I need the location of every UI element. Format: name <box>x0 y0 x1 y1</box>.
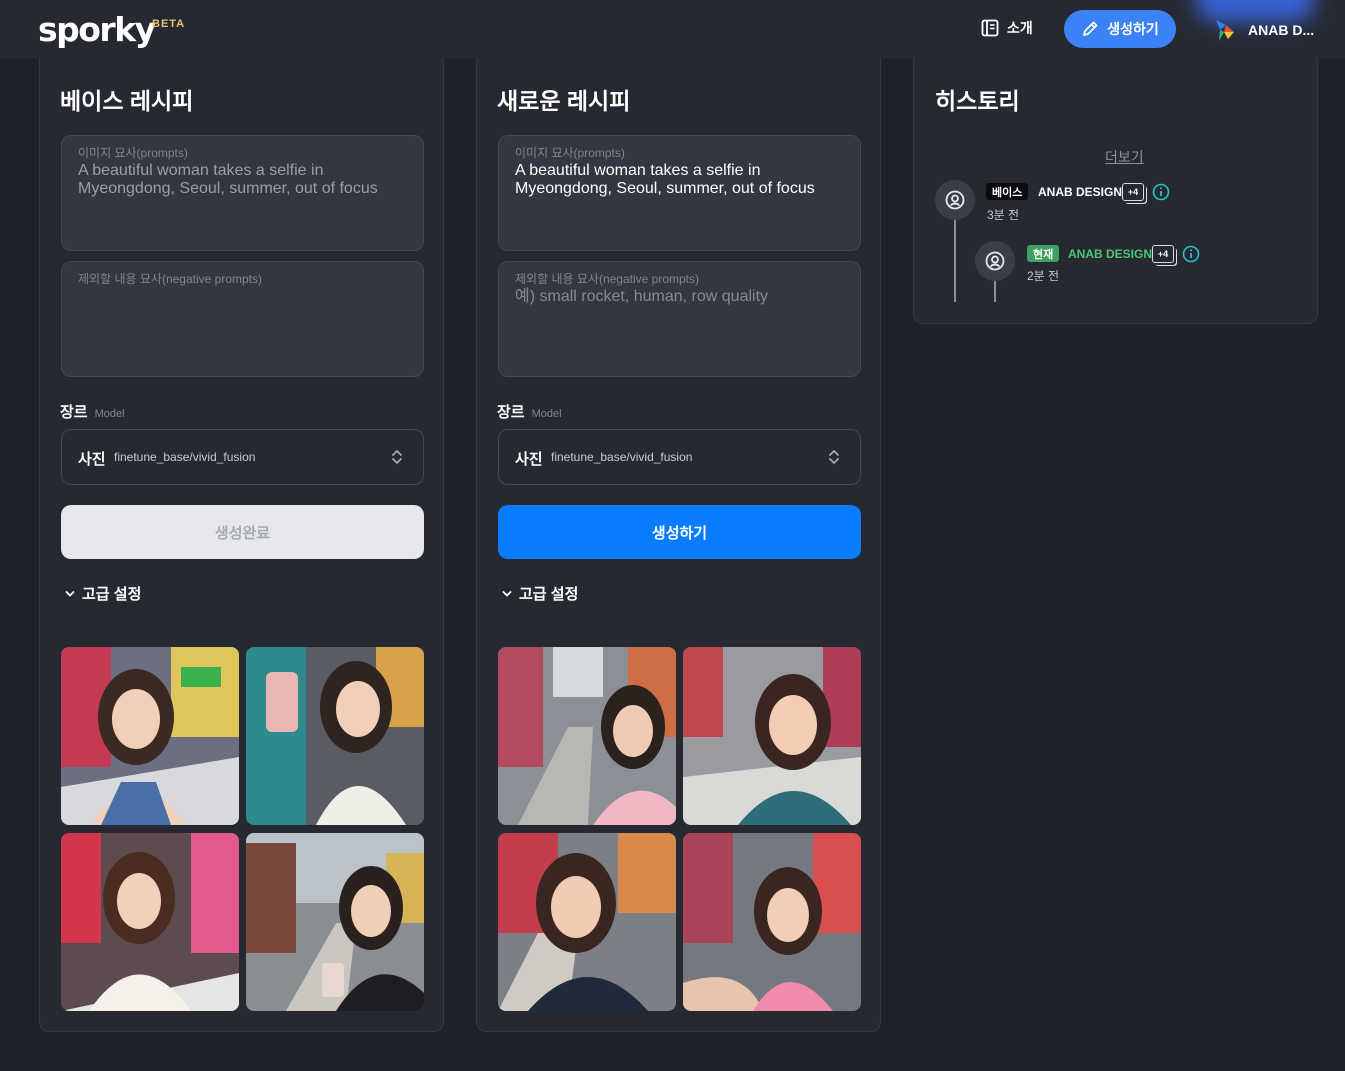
history-more-link[interactable]: 더보기 <box>1105 147 1144 167</box>
history-item-count: +4 <box>1152 245 1174 263</box>
history-item-name[interactable]: ANAB DESIGN <box>1038 185 1122 199</box>
result-image[interactable] <box>683 833 861 1011</box>
prompt-label: 이미지 묘사(prompts) <box>515 146 625 160</box>
logo[interactable]: sporky <box>38 10 156 49</box>
user-logo-icon <box>1216 20 1234 41</box>
info-icon[interactable] <box>1182 245 1200 263</box>
model-select-main: 사진 <box>515 451 543 468</box>
genre-sublabel: Model <box>531 408 562 420</box>
genre-heading: 장르 Model <box>60 401 125 422</box>
chevron-down-icon <box>65 590 75 597</box>
history-item-name[interactable]: ANAB DESIGN <box>1068 247 1152 261</box>
prompt-label: 이미지 묘사(prompts) <box>78 146 188 160</box>
advanced-settings-label: 고급 설정 <box>82 586 142 603</box>
beta-badge: BETA <box>152 18 186 30</box>
result-image[interactable] <box>61 647 239 825</box>
history-item-time: 2분 전 <box>1027 269 1060 283</box>
history-tree-line <box>954 218 956 302</box>
model-select-sub: finetune_base/vivid_fusion <box>551 450 693 464</box>
avatar <box>935 180 975 220</box>
new-recipe-panel: 새로운 레시피 이미지 묘사(prompts) A beautiful woma… <box>476 58 881 1032</box>
negative-prompt-label: 제외할 내용 묘사(negative prompts) <box>78 272 262 286</box>
history-item-time: 3분 전 <box>987 208 1020 222</box>
generate-done-button[interactable]: 생성완료 <box>61 505 424 559</box>
history-item-count: +4 <box>1122 183 1144 201</box>
result-image[interactable] <box>246 647 424 825</box>
nav-about-label: 소개 <box>1007 20 1033 36</box>
history-tag-current: 현재 <box>1027 245 1060 262</box>
prompt-value: A beautiful woman takes a selfie in Myeo… <box>515 162 815 197</box>
prompt-field[interactable]: 이미지 묘사(prompts) A beautiful woman takes … <box>498 135 861 251</box>
result-image[interactable] <box>498 647 676 825</box>
chevron-up-down-icon <box>392 449 402 465</box>
history-title: 히스토리 <box>935 88 1020 114</box>
user-menu[interactable]: ANAB D... <box>1210 16 1314 44</box>
prompt-field[interactable]: 이미지 묘사(prompts) A beautiful woman takes … <box>61 135 424 251</box>
panel-title: 베이스 레시피 <box>60 88 194 114</box>
top-nav-bar: sporky BETA 소개 생성하기 ANAB D... <box>0 0 1345 58</box>
prompt-value: A beautiful woman takes a selfie in Myeo… <box>78 162 378 197</box>
history-tag-base: 베이스 <box>986 183 1029 200</box>
model-select[interactable]: 사진 finetune_base/vivid_fusion <box>498 429 861 485</box>
pencil-icon <box>1083 21 1098 36</box>
negative-prompt-field[interactable]: 제외할 내용 묘사(negative prompts) 예) small roc… <box>498 261 861 377</box>
chevron-down-icon <box>502 590 512 597</box>
negative-prompt-label: 제외할 내용 묘사(negative prompts) <box>515 272 699 286</box>
nav-create-button[interactable]: 생성하기 <box>1064 10 1176 48</box>
avatar <box>975 241 1015 281</box>
document-icon <box>981 19 999 37</box>
base-recipe-panel: 베이스 레시피 이미지 묘사(prompts) A beautiful woma… <box>39 58 444 1032</box>
history-panel: 히스토리 더보기 베이스 ANAB DESIGN +4 3분 전 현재 ANAB… <box>913 58 1318 324</box>
user-circle-icon <box>945 190 965 210</box>
generate-button[interactable]: 생성하기 <box>498 505 861 559</box>
advanced-settings-toggle[interactable]: 고급 설정 <box>502 583 578 604</box>
genre-sublabel: Model <box>94 408 125 420</box>
chevron-up-down-icon <box>829 449 839 465</box>
user-circle-icon <box>985 251 1005 271</box>
negative-prompt-field[interactable]: 제외할 내용 묘사(negative prompts) <box>61 261 424 377</box>
result-image[interactable] <box>498 833 676 1011</box>
nav-about-link[interactable]: 소개 <box>981 18 1033 38</box>
genre-label: 장르 <box>60 404 88 421</box>
history-tree-line <box>994 280 996 302</box>
advanced-settings-label: 고급 설정 <box>519 586 579 603</box>
info-icon[interactable] <box>1152 183 1170 201</box>
model-select[interactable]: 사진 finetune_base/vivid_fusion <box>61 429 424 485</box>
user-name: ANAB D... <box>1248 22 1315 38</box>
model-select-sub: finetune_base/vivid_fusion <box>114 450 256 464</box>
advanced-settings-toggle[interactable]: 고급 설정 <box>65 583 141 604</box>
result-image-grid <box>61 647 425 1011</box>
panel-title: 새로운 레시피 <box>497 88 631 114</box>
result-image[interactable] <box>246 833 424 1011</box>
result-image-grid <box>498 647 862 1011</box>
genre-label: 장르 <box>497 404 525 421</box>
result-image[interactable] <box>61 833 239 1011</box>
negative-prompt-placeholder: 예) small rocket, human, row quality <box>515 288 769 305</box>
model-select-main: 사진 <box>78 451 106 468</box>
genre-heading: 장르 Model <box>497 401 562 422</box>
nav-create-label: 생성하기 <box>1107 21 1159 37</box>
result-image[interactable] <box>683 647 861 825</box>
